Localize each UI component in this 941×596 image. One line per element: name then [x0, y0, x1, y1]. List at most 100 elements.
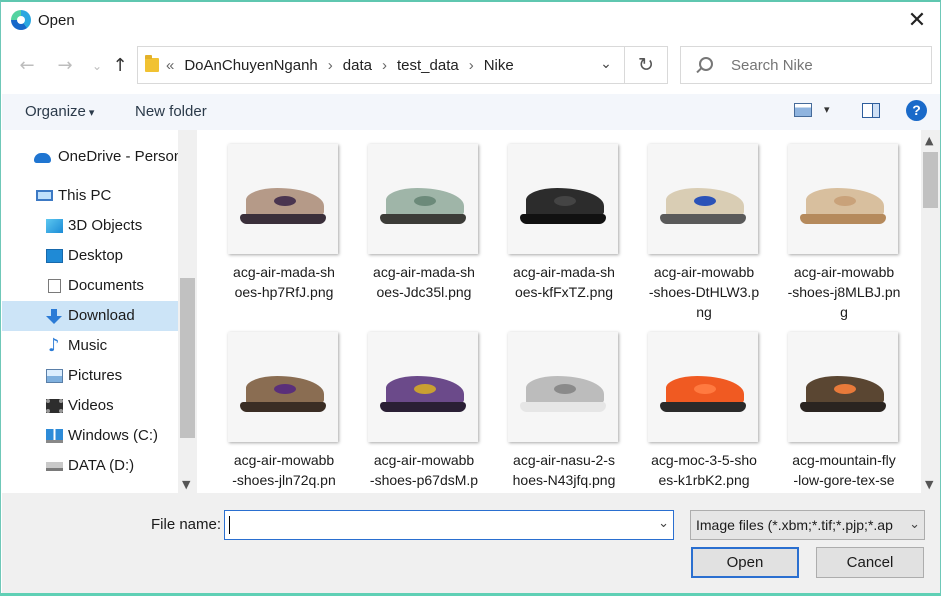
- nav-pane-scrollbar[interactable]: ▼: [178, 130, 197, 493]
- nav-item-label: Pictures: [68, 367, 123, 384]
- shoe-image: [378, 372, 468, 416]
- nav-item-download[interactable]: Download: [2, 301, 178, 331]
- scroll-down-icon[interactable]: ▼: [925, 478, 933, 491]
- file-name-line: acg-air-mada-sh: [513, 264, 615, 280]
- new-folder-button[interactable]: New folder: [135, 103, 207, 120]
- file-thumbnail: [228, 332, 338, 442]
- nav-item-label: Videos: [68, 397, 114, 414]
- file-item[interactable]: acg-air-mada-sh oes-Jdc35l.png: [339, 130, 478, 318]
- file-name-text: acg-air-mada-sh oes-Jdc35l.png: [367, 262, 481, 302]
- nav-item-this-pc[interactable]: This PC: [2, 181, 178, 211]
- close-button[interactable]: ✕: [902, 6, 932, 36]
- file-name-line: acg-air-nasu-2-s: [513, 452, 615, 468]
- file-item[interactable]: acg-air-mowabb -shoes-jln72q.pn: [199, 318, 338, 493]
- nav-item-desktop[interactable]: Desktop: [2, 241, 178, 271]
- search-box[interactable]: [680, 46, 932, 84]
- change-view-icon[interactable]: [794, 103, 812, 117]
- nav-item-label: 3D Objects: [68, 217, 143, 234]
- file-name-input[interactable]: ⌄: [224, 510, 674, 540]
- nav-item-3d-objects[interactable]: 3D Objects: [2, 211, 178, 241]
- search-input[interactable]: [731, 57, 921, 74]
- up-button[interactable]: ↑: [108, 54, 132, 78]
- command-toolbar: Organize New folder ▾ ?: [2, 94, 940, 130]
- breadcrumb-item-data[interactable]: data: [343, 57, 372, 74]
- file-name-line: acg-mountain-fly: [792, 452, 896, 468]
- file-name-text: acg-air-mowabb -shoes-j8MLBJ.pn g: [787, 262, 901, 322]
- open-button[interactable]: Open: [691, 547, 799, 578]
- nav-item-windows-c[interactable]: Windows (C:): [2, 421, 178, 451]
- help-icon[interactable]: ?: [906, 100, 927, 121]
- scroll-up-icon[interactable]: ▲: [925, 134, 933, 147]
- edge-browser-icon: [11, 10, 31, 30]
- open-file-dialog: Open ✕ ← → ⌄ ↑ « DoAnChuyenNganh › data …: [0, 0, 941, 596]
- file-name-line: -shoes-p67dsM.p: [369, 472, 479, 488]
- breadcrumb-item-test-data[interactable]: test_data: [397, 57, 459, 74]
- shoe-image: [378, 184, 468, 228]
- nav-item-label: OneDrive - Person: [58, 148, 183, 165]
- shoe-image: [238, 372, 328, 416]
- download-icon: [46, 309, 63, 324]
- nav-item-pictures[interactable]: Pictures: [2, 361, 178, 391]
- organize-menu-button[interactable]: Organize: [25, 103, 94, 120]
- scrollbar-thumb[interactable]: [180, 278, 195, 438]
- chevron-down-icon[interactable]: ⌄: [598, 56, 614, 72]
- nav-item-music[interactable]: ♪ Music: [2, 331, 178, 361]
- file-thumbnail: [508, 144, 618, 254]
- folder-icon: [145, 55, 159, 72]
- file-name-line: acg-air-mada-sh: [233, 264, 335, 280]
- file-name-line: acg-air-mada-sh: [373, 264, 475, 280]
- file-item[interactable]: acg-moc-3-5-sho es-k1rbK2.png: [619, 318, 758, 493]
- file-name-text: acg-moc-3-5-sho es-k1rbK2.png: [647, 450, 761, 490]
- file-name-line: -shoes-DtHLW3.p: [648, 284, 760, 300]
- file-thumbnail: [788, 144, 898, 254]
- file-list-scrollbar[interactable]: ▲ ▼: [921, 130, 940, 493]
- videos-icon: [46, 399, 63, 413]
- view-options-dropdown[interactable]: ▾: [824, 103, 830, 116]
- file-item[interactable]: acg-air-mowabb -shoes-j8MLBJ.pn g: [759, 130, 900, 320]
- refresh-button[interactable]: ↻: [625, 46, 668, 84]
- shoe-image: [798, 184, 888, 228]
- breadcrumb-item-doanchuyennganh[interactable]: DoAnChuyenNganh: [184, 57, 317, 74]
- nav-item-documents[interactable]: Documents: [2, 271, 178, 301]
- file-item[interactable]: acg-air-mowabb -shoes-DtHLW3.p ng: [619, 130, 759, 320]
- nav-item-label: Windows (C:): [68, 427, 159, 444]
- file-item[interactable]: acg-air-mowabb -shoes-p67dsM.p: [339, 318, 478, 493]
- file-item[interactable]: acg-air-nasu-2-s hoes-N43jfq.png: [479, 318, 618, 493]
- file-item[interactable]: acg-mountain-fly -low-gore-tex-se: [759, 318, 898, 493]
- breadcrumb-item-nike[interactable]: Nike: [484, 57, 514, 74]
- file-item[interactable]: acg-air-mada-sh oes-kfFxTZ.png: [479, 130, 618, 318]
- preview-pane-icon[interactable]: [862, 103, 880, 118]
- file-item[interactable]: acg-air-mada-sh oes-hp7RfJ.png: [199, 130, 338, 318]
- file-name-text: acg-air-mowabb -shoes-p67dsM.p: [367, 450, 481, 490]
- chevron-down-icon[interactable]: ⌄: [909, 517, 920, 532]
- breadcrumb-separator[interactable]: ›: [469, 57, 474, 74]
- address-bar[interactable]: « DoAnChuyenNganh › data › test_data › N…: [137, 46, 625, 84]
- cancel-button[interactable]: Cancel: [816, 547, 924, 578]
- nav-item-onedrive[interactable]: OneDrive - Person: [2, 142, 182, 172]
- desktop-icon: [46, 249, 63, 263]
- dialog-footer: File name: ⌄ Image files (*.xbm;*.tif;*.…: [2, 493, 940, 593]
- navigation-pane: OneDrive - Person This PC 3D Objects Des…: [2, 130, 198, 493]
- forward-button[interactable]: →: [53, 54, 77, 78]
- file-type-value: Image files (*.xbm;*.tif;*.pjp;*.ap: [696, 517, 893, 533]
- file-name-text: acg-air-mowabb -shoes-DtHLW3.p ng: [647, 262, 761, 322]
- recent-locations-button[interactable]: ⌄: [85, 54, 109, 78]
- breadcrumb-separator[interactable]: ›: [382, 57, 387, 74]
- nav-item-videos[interactable]: Videos: [2, 391, 178, 421]
- nav-item-label: Download: [68, 307, 135, 324]
- back-button[interactable]: ←: [15, 54, 39, 78]
- file-type-select[interactable]: Image files (*.xbm;*.tif;*.pjp;*.ap ⌄: [690, 510, 925, 540]
- scroll-down-icon[interactable]: ▼: [182, 478, 190, 491]
- file-thumbnail: [368, 332, 478, 442]
- nav-item-data-d[interactable]: DATA (D:): [2, 451, 178, 481]
- file-name-text: acg-air-mowabb -shoes-jln72q.pn: [227, 450, 341, 490]
- file-name-line: oes-hp7RfJ.png: [234, 284, 334, 300]
- file-name-line: -shoes-j8MLBJ.pn: [787, 284, 901, 300]
- drive-icon: [46, 462, 63, 471]
- chevron-down-icon[interactable]: ⌄: [658, 516, 669, 531]
- scrollbar-thumb[interactable]: [923, 152, 938, 208]
- breadcrumb-separator[interactable]: ›: [328, 57, 333, 74]
- search-icon: [699, 57, 713, 71]
- file-thumbnail: [508, 332, 618, 442]
- breadcrumb-overflow[interactable]: «: [166, 57, 174, 74]
